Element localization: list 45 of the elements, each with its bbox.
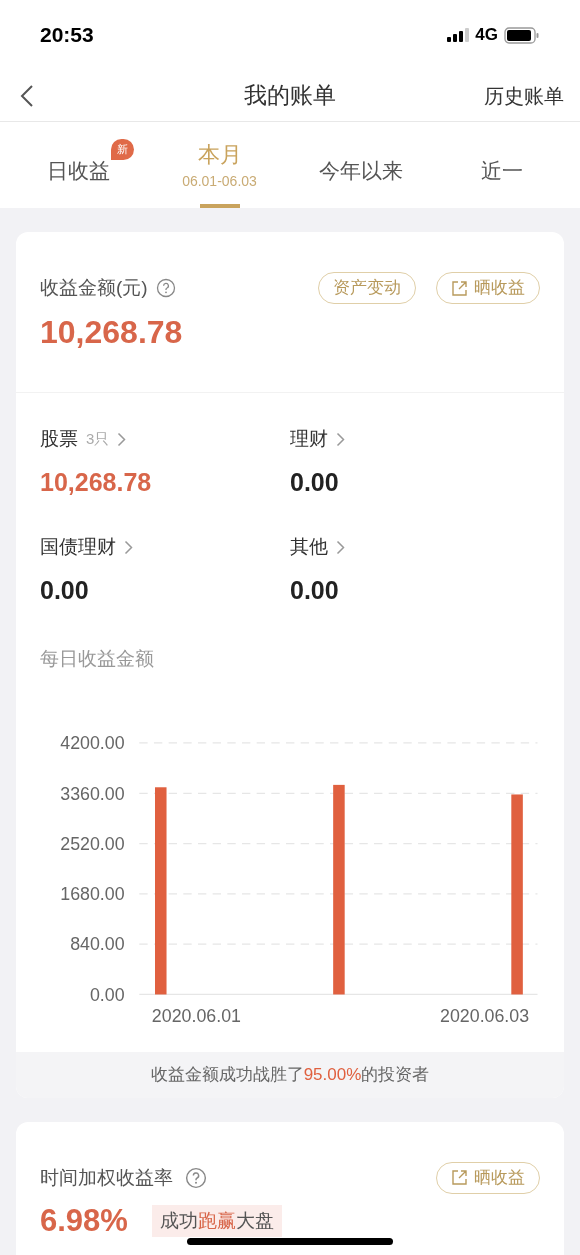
- chart-title: 每日收益金额: [40, 648, 154, 669]
- status-time: 20:53: [40, 22, 94, 49]
- share-icon: [451, 279, 468, 297]
- y-tick-label: 4200.00: [60, 732, 125, 753]
- signal-icon: [447, 28, 470, 42]
- outperform-tag: 成功跑赢大盘: [151, 1204, 282, 1238]
- new-badge: 新: [111, 139, 134, 160]
- history-link[interactable]: 历史账单: [484, 80, 564, 111]
- y-tick-label: 3360.00: [60, 783, 125, 804]
- category-value: 0.00: [290, 574, 340, 606]
- category-value: 10,268.78: [40, 466, 153, 498]
- y-tick-label: 2520.00: [60, 833, 125, 854]
- category-label[interactable]: 国债理财: [40, 533, 116, 562]
- x-tick-label: 2020.06.01: [151, 1005, 242, 1026]
- total-amount: 10,268.78: [40, 313, 184, 352]
- y-tick-label: 0.00: [89, 984, 125, 1005]
- help-icon[interactable]: [155, 278, 176, 298]
- y-tick-label: 1680.00: [60, 883, 125, 904]
- chevron-right-icon: [336, 431, 345, 447]
- ranking-text: 收益金额成功战胜了95.00%的投资者: [150, 1064, 430, 1087]
- twr-value: 6.98%: [40, 1201, 128, 1240]
- tab-indicator: [199, 204, 240, 208]
- category-value: 0.00: [40, 574, 90, 606]
- category-label[interactable]: 股票: [40, 425, 78, 454]
- category-label[interactable]: 其他: [290, 533, 328, 562]
- y-tick-label: 840.00: [70, 933, 125, 954]
- chevron-right-icon: [117, 431, 127, 447]
- tab-date-range: 06.01-06.03: [182, 172, 257, 191]
- tab[interactable]: 今年以来: [290, 122, 431, 208]
- battery-icon: [504, 26, 540, 44]
- chevron-right-icon: [336, 539, 345, 555]
- x-tick-label: 2020.06.03: [440, 1005, 530, 1026]
- twr-label: 时间加权收益率: [40, 1165, 173, 1190]
- category-count: 3只: [86, 429, 110, 449]
- tab[interactable]: 近一: [431, 122, 572, 208]
- page-title: 我的账单: [244, 81, 336, 111]
- network-label: 4G: [475, 24, 498, 47]
- summary-label: 收益金额(元): [40, 275, 148, 300]
- back-icon[interactable]: [20, 83, 34, 108]
- share-icon: [451, 1169, 468, 1187]
- category-value: 0.00: [290, 466, 340, 498]
- chevron-right-icon: [124, 539, 133, 555]
- category-label[interactable]: 理财: [290, 425, 328, 454]
- tab[interactable]: 日收益 新: [8, 122, 149, 208]
- help-icon[interactable]: [185, 1166, 207, 1189]
